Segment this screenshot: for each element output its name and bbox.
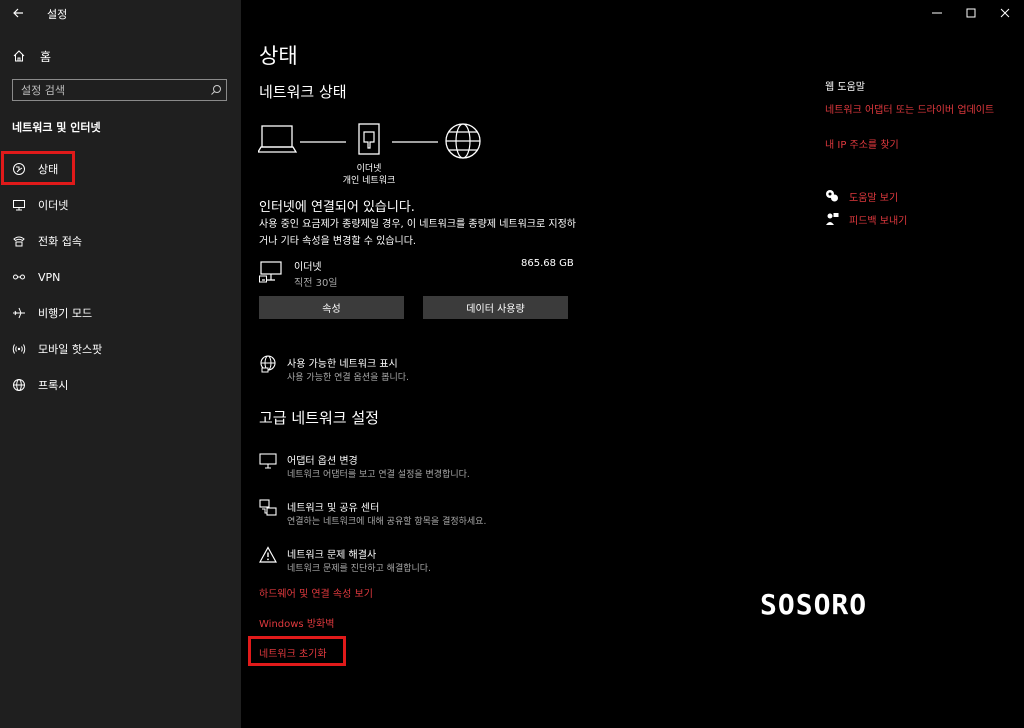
sidebar-item-label: 전화 접속 <box>38 235 82 248</box>
maximize-icon <box>966 8 976 18</box>
available-networks-title: 사용 가능한 네트워크 표시 <box>287 359 398 370</box>
search-box <box>12 79 227 101</box>
vpn-icon <box>13 274 25 280</box>
dialup-icon <box>13 236 25 247</box>
sidebar: 설정 홈 네트워크 및 인터넷 상태 이더넷 <box>0 0 241 728</box>
sidebar-item-label: 비행기 모드 <box>38 307 93 320</box>
feedback-label: 피드백 보내기 <box>849 215 908 227</box>
back-arrow-icon <box>13 8 23 18</box>
maximize-button[interactable] <box>960 2 982 24</box>
watermark: SOSORO <box>760 588 868 621</box>
sidebar-item-label: 프록시 <box>38 379 69 392</box>
chat-help-icon <box>826 190 838 202</box>
troubleshooter-title: 네트워크 문제 해결사 <box>287 550 377 561</box>
connection-status-description: 사용 중인 요금제가 종량제일 경우, 이 네트워크를 종량제 네트워크로 지정… <box>259 219 576 247</box>
page-title: 상태 <box>259 44 298 68</box>
sidebar-section-title: 네트워크 및 인터넷 <box>12 121 101 134</box>
sidebar-item-vpn[interactable]: VPN <box>12 267 60 287</box>
advanced-settings-title: 고급 네트워크 설정 <box>259 409 379 427</box>
minimize-icon <box>932 12 942 14</box>
laptop-icon <box>258 125 298 153</box>
help-link-find-ip[interactable]: 내 IP 주소를 찾기 <box>825 138 899 153</box>
properties-button[interactable]: 속성 <box>259 296 404 319</box>
ethernet-icon <box>259 261 282 283</box>
back-button[interactable] <box>8 2 30 24</box>
sidebar-item-dialup[interactable]: 전화 접속 <box>12 231 82 251</box>
globe-network-icon <box>260 355 276 373</box>
diagram-caption-line2: 개인 네트워크 <box>342 176 396 186</box>
sidebar-item-label: 이더넷 <box>38 199 69 212</box>
hotspot-icon <box>12 344 26 354</box>
globe-icon <box>445 123 481 159</box>
web-help-title: 웹 도움말 <box>825 82 865 93</box>
help-link-adapter-driver[interactable]: 네트워크 어댑터 또는 드라이버 업데이트 <box>825 103 1005 118</box>
sharing-center-icon <box>259 499 277 516</box>
network-status-title: 네트워크 상태 <box>259 83 347 101</box>
get-help-link[interactable]: 도움말 보기 <box>825 189 899 204</box>
search-icon[interactable] <box>210 84 222 96</box>
available-networks-subtitle: 사용 가능한 연결 옵션을 봅니다. <box>287 373 409 383</box>
close-button[interactable] <box>994 2 1016 24</box>
sidebar-item-label: 홈 <box>40 49 52 64</box>
troubleshooter-subtitle: 네트워크 문제를 진단하고 해결합니다. <box>287 564 431 574</box>
ethernet-port-icon <box>358 123 380 155</box>
sharing-center-title: 네트워크 및 공유 센터 <box>287 503 380 514</box>
hardware-properties-link[interactable]: 하드웨어 및 연결 속성 보기 <box>259 585 373 600</box>
sidebar-item-label: 모바일 핫스팟 <box>38 343 103 356</box>
get-help-label: 도움말 보기 <box>849 192 899 204</box>
network-diagram <box>258 123 481 159</box>
home-icon <box>13 50 25 62</box>
globe-icon <box>13 379 25 391</box>
close-icon <box>1000 8 1010 18</box>
adapter-icon <box>259 453 277 469</box>
adapter-options-title: 어댑터 옵션 변경 <box>287 456 358 467</box>
connection-name: 이더넷 <box>294 262 322 273</box>
highlight-box-status <box>1 151 75 185</box>
search-input[interactable] <box>13 80 211 100</box>
sidebar-item-proxy[interactable]: 프록시 <box>12 375 68 395</box>
app-title: 설정 <box>47 8 68 21</box>
adapter-options-subtitle: 네트워크 어댑터를 보고 연결 설정을 변경합니다. <box>287 470 470 480</box>
airplane-icon <box>13 307 25 319</box>
connection-status-heading: 인터넷에 연결되어 있습니다. <box>259 200 415 215</box>
connection-data-usage: 865.68 GB <box>521 258 574 269</box>
warning-icon <box>259 546 277 563</box>
sidebar-item-label: VPN <box>38 270 61 284</box>
sharing-center-subtitle: 연결하는 네트워크에 대해 공유할 항목을 결정하세요. <box>287 517 487 527</box>
connection-period: 직전 30일 <box>294 278 338 289</box>
data-usage-button[interactable]: 데이터 사용량 <box>423 296 568 319</box>
feedback-link[interactable]: 피드백 보내기 <box>825 212 908 227</box>
sidebar-item-ethernet[interactable]: 이더넷 <box>12 195 68 215</box>
sidebar-item-hotspot[interactable]: 모바일 핫스팟 <box>12 339 102 359</box>
sidebar-item-home[interactable]: 홈 <box>12 46 51 66</box>
windows-firewall-link[interactable]: Windows 방화벽 <box>259 615 334 630</box>
highlight-box-network-reset <box>248 636 346 666</box>
sidebar-item-airplane[interactable]: 비행기 모드 <box>12 303 92 323</box>
feedback-icon <box>826 213 839 225</box>
minimize-button[interactable] <box>926 2 948 24</box>
ethernet-icon <box>13 200 25 211</box>
